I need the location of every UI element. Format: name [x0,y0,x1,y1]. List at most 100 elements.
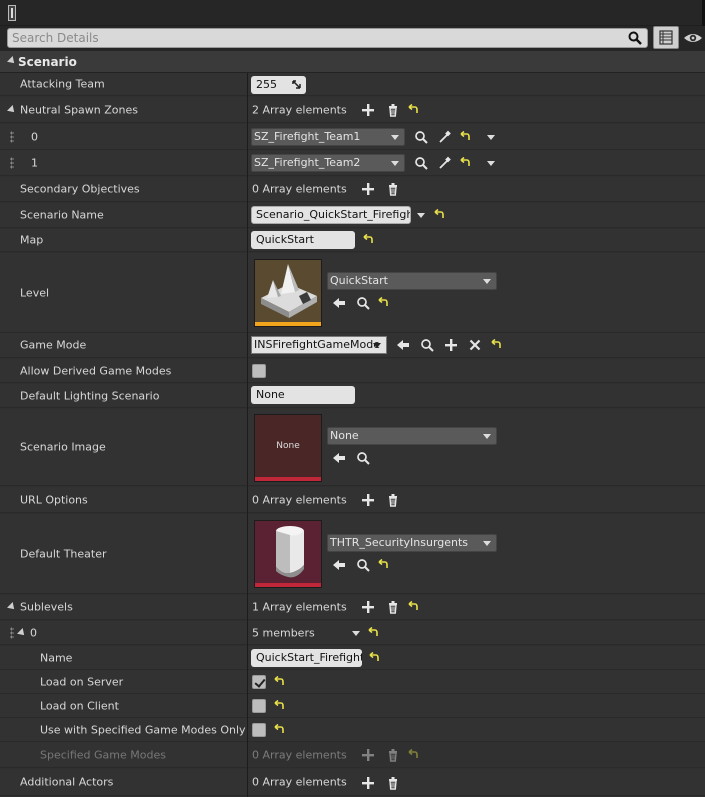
level-thumbnail[interactable] [254,259,322,327]
details-tab-icon[interactable] [8,5,16,21]
reset-to-default-icon[interactable] [406,103,420,117]
attacking-team-field[interactable]: 255 [251,76,306,94]
browse-icon[interactable] [356,558,370,572]
specified-game-modes-count: 0 Array elements [252,748,347,761]
row-scenario-image: Scenario Image None None [0,409,705,486]
reset-to-default-icon[interactable] [361,233,375,247]
browse-icon[interactable] [414,130,428,144]
browse-icon[interactable] [420,338,434,352]
use-specified-modes-checkbox[interactable] [252,723,266,737]
expand-arrow-icon[interactable] [7,602,17,612]
reset-to-default-icon[interactable] [367,651,381,665]
row-map: Map QuickStart [0,229,705,252]
use-selected-icon[interactable] [332,558,346,572]
clear-array-icon[interactable] [386,600,400,614]
asset-type-bar [255,583,321,587]
scenario-image-thumbnail[interactable]: None [254,414,322,482]
browse-icon[interactable] [414,156,428,170]
row-neutral-spawn-zones: Neutral Spawn Zones 2 Array elements [0,97,705,123]
details-panel: Attacking Team 255 Neutral Spawn Zones 2… [0,73,705,797]
clear-array-icon[interactable] [386,493,400,507]
search-input[interactable] [8,29,608,47]
reset-to-default-icon[interactable] [432,208,446,222]
add-element-icon[interactable] [361,493,375,507]
add-element-icon[interactable] [361,776,375,790]
pick-actor-icon[interactable] [438,130,452,144]
row-specified-game-modes: Specified Game Modes 0 Array elements [0,742,705,768]
expand-arrow-icon[interactable] [17,627,27,638]
default-lighting-field[interactable]: None [251,386,355,404]
row-sublevels: Sublevels 1 Array elements [0,595,705,620]
add-element-icon[interactable] [361,600,375,614]
add-element-icon [362,749,374,761]
sublevels-count: 1 Array elements [252,600,347,614]
reset-to-default-icon[interactable] [272,675,286,689]
row-allow-derived: Allow Derived Game Modes [0,359,705,383]
load-on-client-checkbox[interactable] [252,699,266,713]
scenario-name-value: Scenario_QuickStart_Firefight [256,208,411,221]
level-combo[interactable]: QuickStart [327,272,497,290]
reset-to-default-icon[interactable] [406,600,420,614]
use-selected-icon[interactable] [332,451,346,465]
use-selected-icon[interactable] [332,296,346,310]
collapse-arrow-icon[interactable] [7,56,17,66]
spawn-zone-0-combo[interactable]: SZ_Firefight_Team1 [251,128,405,146]
level-value: QuickStart [330,274,388,287]
scenario-image-combo[interactable]: None [327,427,497,445]
scenario-name-field[interactable]: Scenario_QuickStart_Firefight [251,206,411,224]
load-on-server-checkbox[interactable] [252,675,266,689]
game-mode-value: INSFirefightGameMode [254,338,381,351]
map-field[interactable]: QuickStart [251,231,355,249]
expand-arrow-icon[interactable] [7,104,17,115]
secondary-objectives-count: 0 Array elements [252,182,347,196]
game-mode-combo[interactable]: INSFirefightGameMode [251,336,387,354]
scenario-image-value: None [330,429,359,442]
reset-to-default-icon[interactable] [272,699,286,713]
pick-actor-icon[interactable] [438,156,452,170]
sublevel-name-field[interactable]: QuickStart_Firefight [251,649,362,667]
browse-icon[interactable] [356,296,370,310]
use-specified-modes-label: Use with Specified Game Modes Only [40,723,246,736]
clear-array-icon[interactable] [386,182,400,196]
property-matrix-button[interactable] [653,26,679,49]
level-asset-icon [255,260,321,322]
use-selected-icon[interactable] [396,338,410,352]
add-element-icon[interactable] [361,182,375,196]
reset-to-default-icon[interactable] [458,130,472,144]
spawn-zone-1-combo[interactable]: SZ_Firefight_Team2 [251,154,405,172]
scenario-name-dropdown-icon[interactable] [417,213,425,218]
list-view-icon [659,30,673,45]
chevron-down-icon [373,343,381,348]
element-menu-chevron-icon[interactable] [487,135,495,140]
reset-to-default-icon[interactable] [489,338,503,352]
search-box [7,28,648,48]
element-menu-chevron-icon[interactable] [487,161,495,166]
default-theater-combo[interactable]: THTR_SecurityInsurgents [327,534,497,552]
browse-icon[interactable] [356,451,370,465]
eye-icon[interactable] [683,30,703,46]
element-menu-chevron-icon[interactable] [352,631,360,636]
reset-to-default-icon[interactable] [366,626,380,640]
reset-to-default-icon[interactable] [376,296,390,310]
clear-array-icon[interactable] [386,103,400,117]
drag-handle[interactable] [10,156,14,169]
row-default-lighting: Default Lighting Scenario None [0,384,705,408]
thumbnail-none-label: None [276,441,300,451]
load-on-server-label: Load on Server [40,675,124,688]
reset-to-default-icon[interactable] [272,723,286,737]
search-row [0,26,705,51]
add-new-icon[interactable] [444,338,458,352]
attacking-team-label: Attacking Team [20,77,105,91]
drag-handle[interactable] [10,130,14,143]
clear-array-icon[interactable] [386,776,400,790]
reset-to-default-icon[interactable] [458,156,472,170]
scenario-section-header[interactable]: Scenario [0,51,705,73]
clear-icon[interactable] [468,338,482,352]
section-title: Scenario [18,55,77,69]
search-icon[interactable] [628,31,642,45]
add-element-icon[interactable] [361,103,375,117]
default-theater-thumbnail[interactable] [254,520,322,588]
drag-handle[interactable] [10,626,14,639]
reset-to-default-icon[interactable] [376,558,390,572]
allow-derived-checkbox[interactable] [252,364,266,378]
